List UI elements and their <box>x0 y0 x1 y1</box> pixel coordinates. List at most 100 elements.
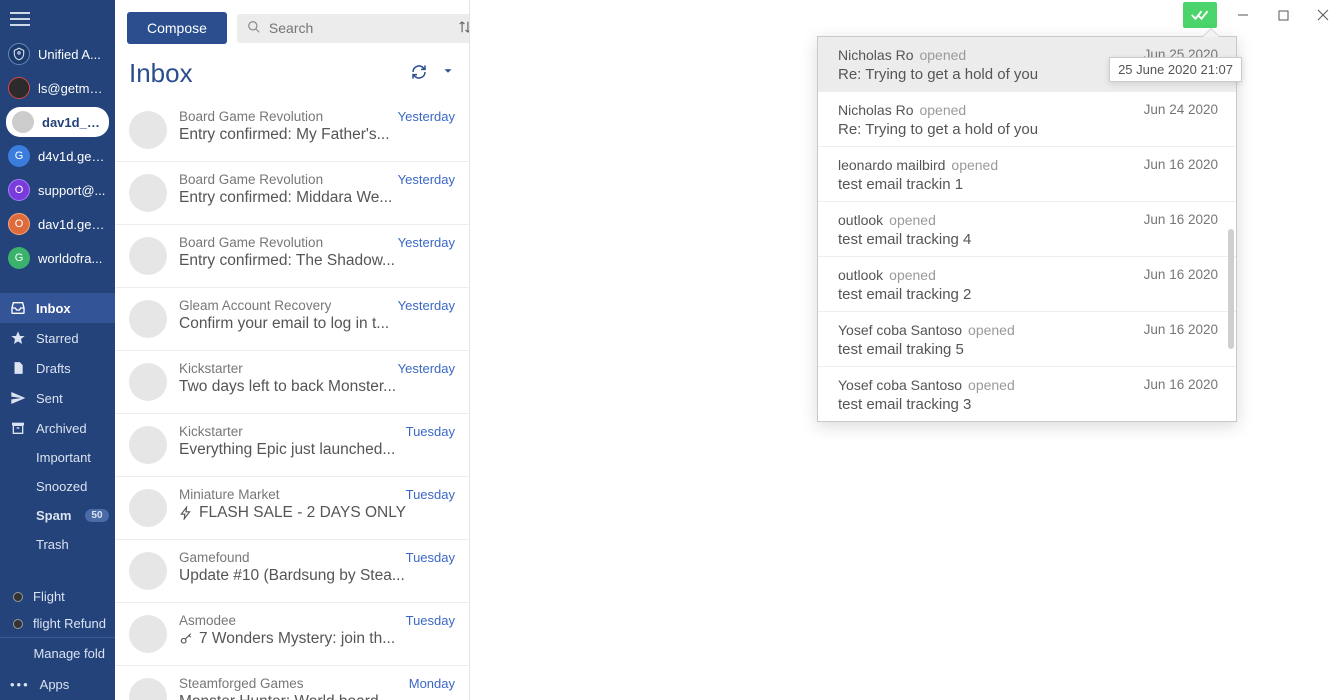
email-item[interactable]: AsmodeeTuesday7 Wonders Mystery: join th… <box>115 602 469 665</box>
account-label: ls@getmail... <box>38 81 107 96</box>
email-sender: Gleam Account Recovery <box>179 298 331 313</box>
sidebar-search-placeholder[interactable]: Search folde <box>0 573 115 575</box>
folder-item-snoozed[interactable]: Snoozed <box>0 472 115 501</box>
window-minimize[interactable] <box>1223 0 1263 30</box>
folder-badge: 50 <box>85 509 108 522</box>
compose-button[interactable]: Compose <box>127 12 227 44</box>
dropdown-icon[interactable] <box>441 64 455 83</box>
inbox-icon <box>10 300 26 316</box>
email-date: Yesterday <box>398 109 455 124</box>
list-title: Inbox <box>129 58 193 89</box>
email-date: Tuesday <box>406 550 455 565</box>
email-sender: Kickstarter <box>179 424 243 439</box>
file-icon <box>10 360 26 376</box>
email-sender: Board Game Revolution <box>179 235 323 250</box>
email-item[interactable]: KickstarterYesterdayTwo days left to bac… <box>115 350 469 413</box>
email-sender: Miniature Market <box>179 487 280 502</box>
folder-label: Archived <box>36 421 87 436</box>
account-label: d4v1d.ge4... <box>38 149 107 164</box>
tracking-date: Jun 16 2020 <box>1144 157 1218 173</box>
search-icon <box>247 20 261 37</box>
email-item[interactable]: Steamforged GamesMondayMonster Hunter: W… <box>115 665 469 700</box>
email-item[interactable]: Gleam Account RecoveryYesterdayConfirm y… <box>115 287 469 350</box>
folder-item-important[interactable]: Important <box>0 443 115 472</box>
tracking-row[interactable]: leonardo mailbirdopenedJun 16 2020test e… <box>818 146 1236 201</box>
apps-label: Apps <box>40 677 70 692</box>
search-input[interactable] <box>269 20 450 36</box>
hamburger-menu[interactable] <box>0 0 115 37</box>
manage-folders[interactable]: Manage fold <box>0 638 115 669</box>
email-subject: Entry confirmed: My Father's... <box>179 126 455 144</box>
email-avatar <box>129 174 167 212</box>
tracking-scrollbar[interactable] <box>1228 229 1234 349</box>
email-subject: Confirm your email to log in t... <box>179 315 455 333</box>
tag-item[interactable]: flight Refund <box>0 610 115 637</box>
folder-item-drafts[interactable]: Drafts <box>0 353 115 383</box>
email-subject: Two days left to back Monster... <box>179 378 455 396</box>
folder-item-sent[interactable]: Sent <box>0 383 115 413</box>
folder-item-trash[interactable]: Trash <box>0 530 115 559</box>
account-item[interactable]: Unified A... <box>0 37 115 71</box>
account-item[interactable]: ls@getmail... <box>0 71 115 105</box>
folder-item-spam[interactable]: Spam50 <box>0 501 115 530</box>
account-item[interactable]: Gworldofra... <box>0 241 115 275</box>
window-close[interactable] <box>1303 0 1343 30</box>
email-avatar <box>129 237 167 275</box>
folder-label: Inbox <box>36 301 71 316</box>
sort-icon[interactable] <box>458 20 470 37</box>
account-label: support@... <box>38 183 105 198</box>
star-icon <box>10 330 26 346</box>
tracking-row[interactable]: Nicholas RoopenedJun 25 2020Re: Trying t… <box>818 37 1236 91</box>
folder-item-starred[interactable]: Starred <box>0 323 115 353</box>
apps-button[interactable]: ••• Apps <box>0 669 115 700</box>
reading-pane: Nicholas RoopenedJun 25 2020Re: Trying t… <box>470 0 1343 700</box>
account-item[interactable]: dav1d_g... <box>6 107 109 137</box>
tag-item[interactable]: Flight <box>0 583 115 610</box>
email-item[interactable]: Board Game RevolutionYesterdayEntry conf… <box>115 161 469 224</box>
email-date: Monday <box>409 676 455 691</box>
tracking-indicator-button[interactable] <box>1183 2 1217 28</box>
tracking-row[interactable]: Nicholas RoopenedJun 24 2020Re: Trying t… <box>818 91 1236 146</box>
folder-item-archived[interactable]: Archived <box>0 413 115 443</box>
more-icon: ••• <box>10 677 30 692</box>
email-item[interactable]: GamefoundTuesdayUpdate #10 (Bardsung by … <box>115 539 469 602</box>
tracking-name: Nicholas Ro <box>838 47 913 63</box>
refresh-icon[interactable] <box>411 64 427 83</box>
tag-list: Flight flight Refund <box>0 583 115 637</box>
email-avatar <box>129 111 167 149</box>
account-avatar <box>8 43 30 65</box>
tracking-date: Jun 16 2020 <box>1144 377 1218 393</box>
archive-icon <box>10 420 26 436</box>
tracking-row[interactable]: outlookopenedJun 16 2020test email track… <box>818 201 1236 256</box>
email-item[interactable]: Board Game RevolutionYesterdayEntry conf… <box>115 224 469 287</box>
email-date: Yesterday <box>398 235 455 250</box>
account-item[interactable]: Osupport@... <box>0 173 115 207</box>
tracking-subject: test email tracking 2 <box>838 286 1218 303</box>
tag-dot-icon <box>13 592 23 602</box>
tracking-row[interactable]: outlookopenedJun 16 2020test email track… <box>818 256 1236 311</box>
email-list[interactable]: Board Game Revolution Yesterday Entry conf… <box>115 99 469 700</box>
email-subject: Entry confirmed: Middara We... <box>179 189 455 207</box>
window-maximize[interactable] <box>1263 0 1303 30</box>
folder-item-inbox[interactable]: Inbox <box>0 293 115 323</box>
email-date: Tuesday <box>406 424 455 439</box>
account-item[interactable]: Gd4v1d.ge4... <box>0 139 115 173</box>
email-sender: Board Game Revolution <box>179 172 323 187</box>
search-box[interactable] <box>237 14 470 43</box>
tracking-subject: test email tracking 3 <box>838 396 1218 413</box>
list-header: Inbox <box>115 52 469 99</box>
tracking-subject: test email trackin 1 <box>838 176 1218 193</box>
tracking-row[interactable]: Yosef coba SantosoopenedJun 16 2020test … <box>818 311 1236 366</box>
email-item[interactable]: Miniature MarketTuesdayFLASH SALE - 2 DA… <box>115 476 469 539</box>
account-item[interactable]: Odav1d.gea... <box>0 207 115 241</box>
tag-label: flight Refund <box>33 616 106 631</box>
tracking-subject: Re: Trying to get a hold of you <box>838 121 1218 138</box>
tracking-tooltip: 25 June 2020 21:07 <box>1109 57 1242 82</box>
email-item[interactable]: Board Game RevolutionYesterdayEntry conf… <box>115 99 469 161</box>
tracking-row[interactable]: Yosef coba SantosoopenedJun 16 2020test … <box>818 366 1236 421</box>
tracking-popup: Nicholas RoopenedJun 25 2020Re: Trying t… <box>817 36 1237 422</box>
account-avatar <box>12 111 34 133</box>
account-label: dav1d.gea... <box>38 217 107 232</box>
email-subject: FLASH SALE - 2 DAYS ONLY <box>179 504 455 522</box>
email-item[interactable]: KickstarterTuesdayEverything Epic just l… <box>115 413 469 476</box>
